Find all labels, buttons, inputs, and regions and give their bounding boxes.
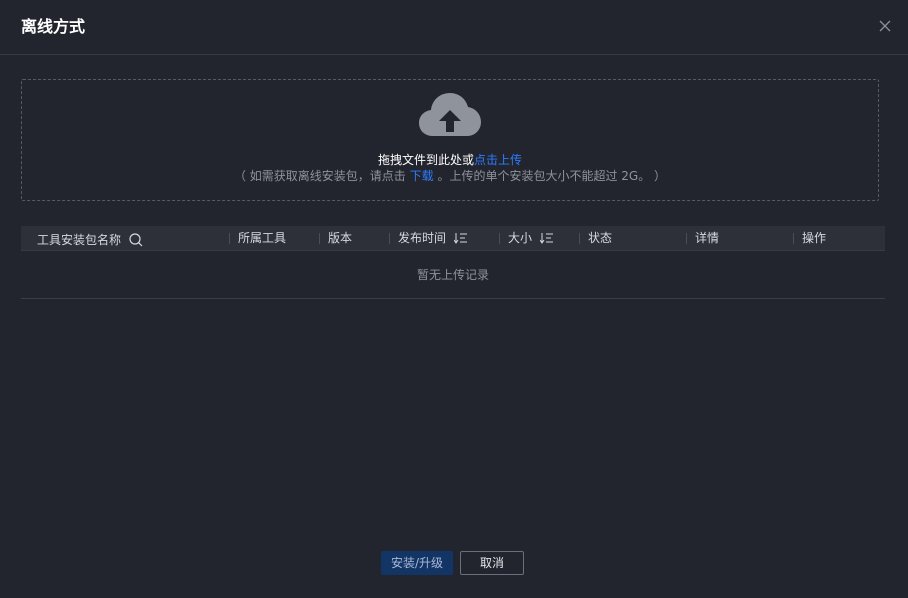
column-divider: [686, 233, 687, 244]
offline-dialog: 离线方式 拖拽文件到此处或点击上传 （ 如需获取离线安装包，请点击 下载 。上传…: [0, 0, 908, 598]
search-icon[interactable]: [129, 233, 143, 247]
column-label: 大小: [508, 231, 533, 245]
table-header: 工具安装包名称 所属工具 版本 发布时间 大小 状态 详情 操作: [21, 226, 885, 251]
upload-hint: （ 如需获取离线安装包，请点击 下载 。上传的单个安装包大小不能超过 2G。 ）: [22, 168, 878, 184]
column-divider: [319, 233, 320, 244]
download-link[interactable]: 下载: [410, 169, 434, 183]
column-divider: [579, 233, 580, 244]
column-version: 版本: [319, 226, 353, 251]
upload-dropzone[interactable]: 拖拽文件到此处或点击上传 （ 如需获取离线安装包，请点击 下载 。上传的单个安装…: [21, 79, 879, 201]
sort-icon[interactable]: [453, 232, 468, 244]
column-status: 状态: [579, 226, 613, 251]
column-label: 版本: [328, 231, 353, 245]
column-divider: [389, 233, 390, 244]
column-label: 工具安装包名称: [37, 233, 122, 247]
click-upload-link[interactable]: 点击上传: [474, 153, 522, 167]
column-label: 操作: [802, 231, 827, 245]
dialog-title: 离线方式: [21, 17, 86, 36]
empty-state-text: 暂无上传记录: [21, 252, 885, 299]
column-release-time[interactable]: 发布时间: [389, 226, 468, 251]
cancel-button[interactable]: 取消: [460, 551, 524, 575]
column-size[interactable]: 大小: [499, 226, 554, 251]
column-actions: 操作: [793, 226, 827, 251]
column-label: 状态: [588, 231, 613, 245]
upload-hint-prefix: （ 如需获取离线安装包，请点击: [233, 169, 406, 183]
column-package-name: 工具安装包名称: [37, 228, 143, 253]
upload-prompt: 拖拽文件到此处或点击上传: [22, 152, 878, 168]
column-divider: [793, 233, 794, 244]
cloud-upload-icon: [419, 93, 481, 136]
column-divider: [229, 233, 230, 244]
column-label: 所属工具: [238, 231, 287, 245]
upload-prompt-text: 拖拽文件到此处或: [377, 153, 474, 167]
column-tool: 所属工具: [229, 226, 287, 251]
sort-icon[interactable]: [539, 232, 554, 244]
dialog-header: 离线方式: [0, 0, 908, 55]
close-icon[interactable]: [876, 17, 894, 35]
column-label: 发布时间: [398, 231, 447, 245]
install-upgrade-button[interactable]: 安装/升级: [381, 551, 453, 575]
column-label: 详情: [695, 231, 720, 245]
column-divider: [499, 233, 500, 244]
upload-hint-suffix: 。上传的单个安装包大小不能超过 2G。 ）: [437, 169, 667, 183]
column-details: 详情: [686, 226, 720, 251]
